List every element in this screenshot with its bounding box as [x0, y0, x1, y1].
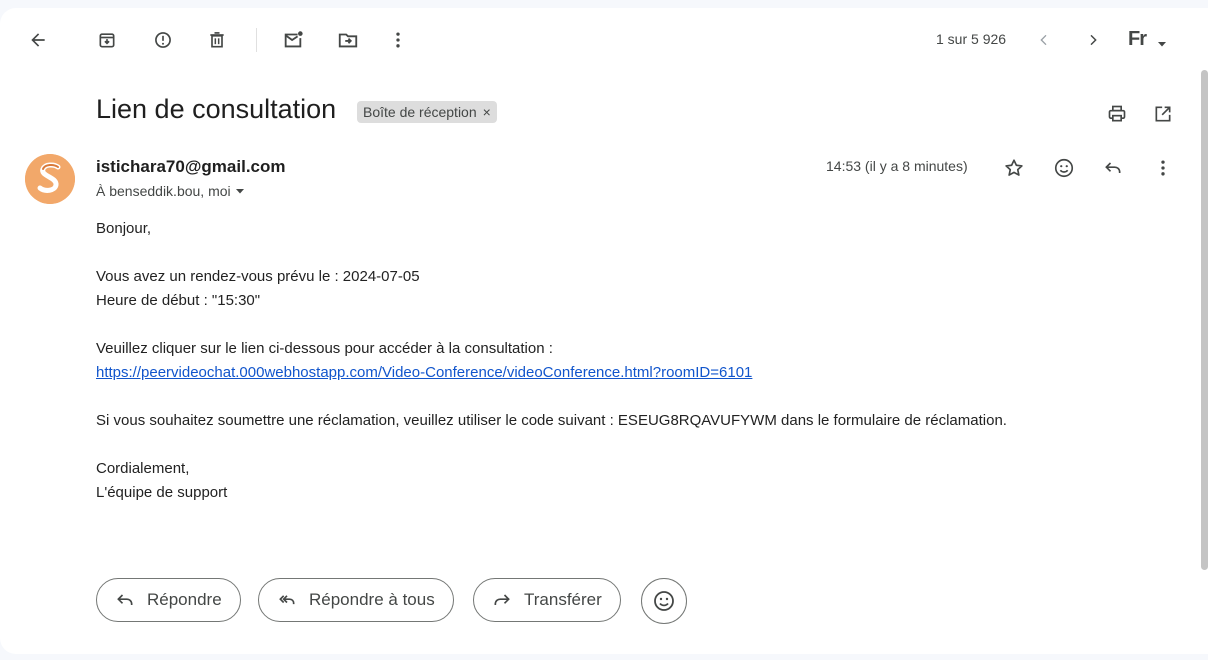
print-icon[interactable]	[1101, 98, 1133, 130]
scrollbar[interactable]	[1201, 70, 1208, 570]
mark-unread-icon[interactable]	[277, 24, 309, 56]
message-time: 14:53 (il y a 8 minutes)	[826, 158, 968, 174]
instructions: Veuillez cliquer sur le lien ci-dessous …	[96, 340, 553, 357]
reply-icon	[117, 594, 133, 605]
caret-down-icon[interactable]	[1157, 36, 1167, 54]
caret-down-icon[interactable]	[235, 186, 245, 196]
forward-icon	[494, 594, 510, 605]
emoji-reaction-button[interactable]	[641, 578, 687, 624]
forward-button[interactable]: Transférer	[473, 578, 621, 622]
star-icon[interactable]	[998, 152, 1030, 184]
recipients[interactable]: À benseddik.bou, moi	[96, 183, 245, 199]
toolbar-separator	[256, 28, 257, 52]
pagination-count: 1 sur 5 926	[936, 31, 1007, 47]
appointment-date: Vous avez un rendez-vous prévu le : 2024…	[96, 268, 420, 285]
more-vert-icon[interactable]	[382, 24, 414, 56]
arrow-left-icon[interactable]	[22, 24, 54, 56]
reply-all-icon	[279, 595, 295, 605]
move-to-icon[interactable]	[332, 24, 364, 56]
reply-all-label: Répondre à tous	[309, 590, 435, 609]
chevron-left-icon[interactable]	[1028, 24, 1060, 56]
reply-button[interactable]: Répondre	[96, 578, 241, 622]
chevron-right-icon[interactable]	[1077, 24, 1109, 56]
appointment-time: Heure de début : "15:30"	[96, 292, 261, 309]
reply-all-button[interactable]: Répondre à tous	[258, 578, 454, 622]
more-vert-icon[interactable]	[1147, 152, 1179, 184]
sender-email[interactable]: istichara70@gmail.com	[96, 157, 286, 177]
report-spam-icon[interactable]	[147, 24, 179, 56]
sender-avatar[interactable]	[25, 154, 75, 204]
open-new-window-icon[interactable]	[1147, 98, 1179, 130]
label-chip-text: Boîte de réception	[363, 104, 477, 120]
complaint-code: Si vous souhaitez soumettre une réclamat…	[96, 412, 1007, 429]
consultation-link[interactable]: https://peervideochat.000webhostapp.com/…	[96, 364, 752, 381]
email-body: Bonjour, Vous avez un rendez-vous prévu …	[96, 217, 1007, 505]
forward-label: Transférer	[524, 590, 602, 609]
email-subject: Lien de consultation	[96, 94, 337, 124]
reply-icon[interactable]	[1097, 152, 1129, 184]
emoji-icon	[654, 591, 674, 611]
label-remove-icon[interactable]: ×	[483, 104, 491, 120]
closing: Cordialement,	[96, 460, 190, 477]
trash-icon[interactable]	[201, 24, 233, 56]
greeting: Bonjour,	[96, 220, 152, 237]
reply-label: Répondre	[147, 590, 222, 609]
signature: L'équipe de support	[96, 484, 228, 501]
emoji-reaction-icon[interactable]	[1048, 152, 1080, 184]
recipients-text: À benseddik.bou, moi	[96, 183, 231, 199]
archive-icon[interactable]	[91, 24, 123, 56]
label-chip-inbox[interactable]: Boîte de réception ×	[357, 101, 497, 123]
input-tools-toggle[interactable]: Fr	[1128, 28, 1147, 51]
